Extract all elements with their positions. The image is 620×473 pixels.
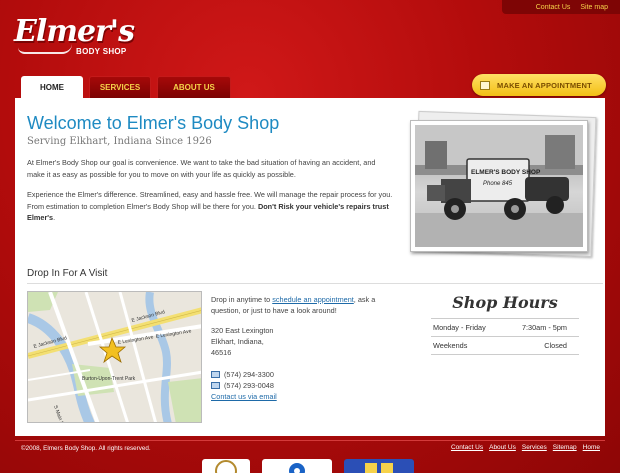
phone-row: (574) 294-3300 [211, 369, 391, 380]
visit-intro-prefix: Drop in anytime to [211, 295, 273, 304]
intro-paragraph: At Elmer's Body Shop our goal is conveni… [27, 158, 376, 179]
footer-link-about[interactable]: About Us [489, 444, 516, 451]
tab-about-us[interactable]: ABOUT US [157, 76, 231, 98]
footer-divider [15, 440, 605, 441]
vintage-truck-image: ELMER'S BODY SHOP Phone 845 [415, 125, 583, 247]
address-city: Elkhart, Indiana, [211, 337, 264, 346]
site-logo[interactable]: Elmer's BODY SHOP [14, 14, 144, 60]
main-nav: HOME SERVICES ABOUT US [21, 76, 231, 98]
seal-icon [215, 460, 237, 473]
page-subtitle: Serving Elkhart, Indiana Since 1926 [27, 136, 212, 147]
phone-number: (574) 294-3300 [224, 370, 274, 379]
visit-heading: Drop In For A Visit [27, 268, 108, 279]
footer-link-home[interactable]: Home [583, 444, 600, 451]
footer-link-sitemap[interactable]: Sitemap [553, 444, 577, 451]
logo-swoosh [18, 44, 72, 54]
hours-title: Shop Hours [452, 293, 558, 312]
hours-day: Weekends [433, 341, 468, 350]
vintage-photo: ELMER'S BODY SHOP Phone 845 [410, 110, 597, 258]
address-street: 320 East Lexington [211, 326, 274, 335]
fax-row: (574) 293-0048 [211, 380, 391, 391]
content-panel: Welcome to Elmer's Body Shop Serving Elk… [15, 98, 605, 436]
copyright-text: ©2008, Elmers Body Shop. All rights rese… [21, 445, 151, 452]
hours-row: Weekends Closed [431, 336, 579, 355]
footer-nav: Contact Us About Us Services Sitemap Hom… [451, 444, 600, 451]
hours-time: Closed [544, 341, 567, 350]
footer-link-services[interactable]: Services [522, 444, 547, 451]
address-zip: 46516 [211, 348, 232, 357]
photo-sign-phone: Phone 845 [483, 181, 513, 187]
phone-block: (574) 294-3300 (574) 293-0048 Contact us… [211, 369, 391, 402]
partner-badge-blue [344, 459, 414, 473]
hours-row: Monday - Friday 7:30am - 5pm [431, 318, 579, 336]
partner-logo-icon [365, 463, 393, 473]
partner-badges [202, 459, 414, 473]
photo-frame: ELMER'S BODY SHOP Phone 845 [410, 120, 588, 252]
map-graphic: E Jackson Blvd E Jackson Blvd E Lexingto… [28, 292, 201, 422]
hours-time: 7:30am - 5pm [521, 323, 567, 332]
footer-link-contact[interactable]: Contact Us [451, 444, 483, 451]
calendar-icon [480, 80, 490, 90]
top-contact-link[interactable]: Contact Us [536, 4, 571, 11]
visit-intro: Drop in anytime to schedule an appointme… [211, 294, 391, 316]
address-block: 320 East Lexington Elkhart, Indiana, 465… [211, 325, 391, 358]
difference-end: . [53, 213, 56, 222]
tab-services[interactable]: SERVICES [89, 76, 151, 98]
make-appointment-button[interactable]: MAKE AN APPOINTMENT [472, 74, 606, 96]
top-sitemap-link[interactable]: Site map [580, 4, 608, 11]
tab-home[interactable]: HOME [21, 76, 83, 98]
logo-subtext: BODY SHOP [76, 47, 127, 56]
page-title: Welcome to Elmer's Body Shop [27, 113, 280, 133]
make-appointment-label: MAKE AN APPOINTMENT [497, 80, 592, 90]
flower-icon [289, 463, 305, 473]
section-divider [27, 283, 603, 284]
fax-number: (574) 293-0048 [224, 381, 274, 390]
partner-badge-flower [262, 459, 332, 473]
top-utility-bar: Contact Us Site map [502, 0, 620, 14]
phone-icon [211, 371, 220, 378]
contact-info: Drop in anytime to schedule an appointme… [211, 294, 391, 402]
photo-sign-text: ELMER'S BODY SHOP [471, 169, 541, 176]
difference-paragraph: Experience the Elmer's difference. Strea… [27, 189, 395, 224]
map-label-park: Burton-Upon-Trent Park [82, 376, 136, 382]
hours-day: Monday - Friday [433, 323, 486, 332]
fax-icon [211, 382, 220, 389]
location-map[interactable]: E Jackson Blvd E Jackson Blvd E Lexingto… [27, 291, 202, 423]
schedule-appointment-link[interactable]: schedule an appointment [272, 295, 354, 304]
shop-hours: Shop Hours Monday - Friday 7:30am - 5pm … [431, 293, 579, 355]
partner-badge-seal [202, 459, 250, 473]
email-contact-link[interactable]: Contact us via email [211, 392, 277, 401]
